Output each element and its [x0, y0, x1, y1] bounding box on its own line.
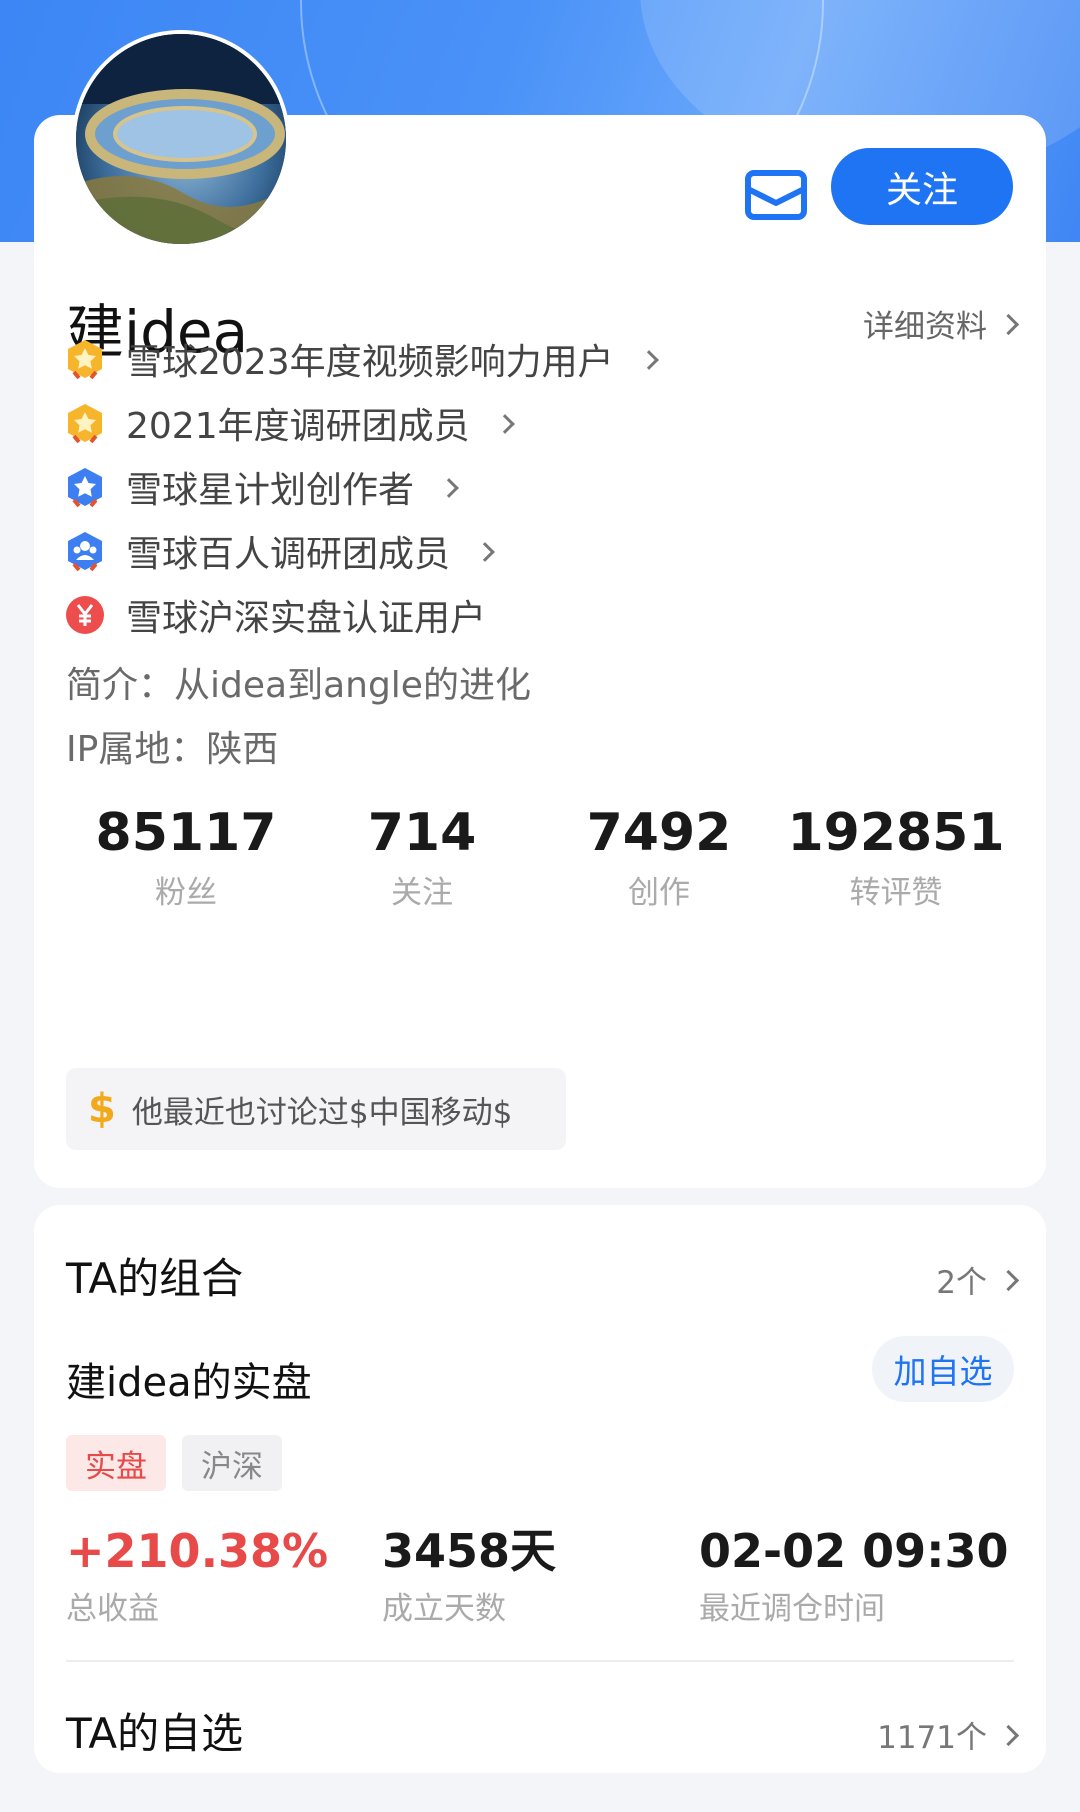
stat-value: 85117	[95, 803, 277, 863]
total-return-label: 总收益	[66, 1591, 159, 1627]
portfolio-count-link[interactable]: 2个	[936, 1257, 1020, 1302]
dollar-icon: $	[88, 1086, 116, 1132]
stat-posts[interactable]: 7492 创作	[539, 805, 779, 912]
badge-item[interactable]: 2021年度调研团成员	[64, 397, 515, 449]
add-watchlist-button[interactable]: 加自选	[872, 1336, 1014, 1402]
stat-label: 关注	[391, 875, 453, 911]
watchlist-section-title: TA的自选	[66, 1709, 244, 1758]
watchlist-count-link[interactable]: 1171个	[877, 1712, 1020, 1757]
blue-people-badge-icon	[68, 532, 102, 572]
follow-button[interactable]: 关注	[831, 148, 1013, 225]
stat-value: 714	[367, 803, 477, 863]
tag-market: 沪深	[182, 1435, 282, 1491]
chevron-right-icon	[997, 1269, 1020, 1292]
stat-label: 转评赞	[849, 875, 943, 911]
avatar-image	[76, 34, 286, 244]
stat-label: 粉丝	[155, 875, 217, 911]
chevron-right-icon	[475, 542, 495, 562]
badge-label: 雪球星计划创作者	[126, 470, 415, 511]
mail-icon	[745, 170, 807, 220]
badge-label: 雪球沪深实盘认证用户	[126, 598, 487, 639]
days-stat: 3458天 成立天数	[382, 1525, 556, 1628]
badge-label: 雪球百人调研团成员	[126, 534, 451, 575]
gold-star-badge-icon	[68, 404, 102, 444]
badge-item[interactable]: 雪球百人调研团成员	[64, 525, 495, 577]
detail-profile-label: 详细资料	[863, 309, 987, 345]
profile-card: 关注 建idea 详细资料 雪球2023年度视频影响力用户 2021年度调研团成…	[34, 115, 1046, 1188]
blue-star-badge-icon	[68, 468, 102, 508]
rebalance-label: 最近调仓时间	[699, 1591, 885, 1627]
badge-item[interactable]: 雪球2023年度视频影响力用户	[64, 333, 659, 385]
chevron-right-icon	[439, 478, 459, 498]
stat-interactions[interactable]: 192851 转评赞	[776, 805, 1016, 912]
gold-star-badge-icon	[68, 340, 102, 380]
chevron-right-icon	[997, 313, 1020, 336]
chevron-right-icon	[494, 414, 515, 434]
days-label: 成立天数	[382, 1591, 506, 1627]
detail-profile-link[interactable]: 详细资料	[863, 301, 1020, 346]
message-button[interactable]	[742, 159, 812, 229]
profile-stats: 85117 粉丝 714 关注 7492 创作 192851 转评赞	[34, 805, 1046, 911]
stat-following[interactable]: 714 关注	[302, 805, 542, 912]
portfolio-card: TA的组合 2个 建idea的实盘 加自选 实盘 沪深 +210.38% 总收益…	[34, 1205, 1046, 1773]
tag-real-account: 实盘	[66, 1435, 166, 1491]
badge-item[interactable]: 雪球星计划创作者	[64, 461, 459, 513]
portfolio-name[interactable]: 建idea的实盘	[66, 1350, 312, 1408]
badge-item: 雪球沪深实盘认证用户	[64, 589, 486, 641]
badge-label: 雪球2023年度视频影响力用户	[126, 342, 614, 383]
discussion-hint[interactable]: $ 他最近也讨论过$中国移动$	[66, 1068, 566, 1150]
total-return-value: +210.38%	[66, 1524, 329, 1578]
stat-label: 创作	[628, 875, 690, 911]
ip-location: IP属地：陕西	[66, 729, 279, 770]
discussion-text: 他最近也讨论过$中国移动$	[131, 1094, 513, 1131]
chevron-right-icon	[638, 350, 659, 370]
divider	[66, 1660, 1014, 1662]
stat-value: 192851	[787, 803, 1005, 863]
total-return-stat: +210.38% 总收益	[66, 1525, 328, 1628]
chevron-right-icon	[997, 1724, 1020, 1747]
badge-label: 2021年度调研团成员	[126, 406, 470, 447]
stat-value: 7492	[586, 803, 732, 863]
days-value: 3458天	[382, 1524, 557, 1578]
avatar[interactable]	[72, 30, 290, 248]
portfolio-count: 2个	[936, 1265, 987, 1301]
red-yen-badge-icon	[66, 596, 104, 634]
rebalance-value: 02-02 09:30	[699, 1524, 1009, 1578]
watchlist-count: 1171个	[877, 1720, 987, 1756]
profile-bio: 简介：从idea到angle的进化	[66, 665, 531, 706]
portfolio-section-title: TA的组合	[66, 1254, 244, 1303]
stat-fans[interactable]: 85117 粉丝	[66, 805, 306, 912]
rebalance-stat: 02-02 09:30 最近调仓时间	[699, 1525, 1009, 1628]
